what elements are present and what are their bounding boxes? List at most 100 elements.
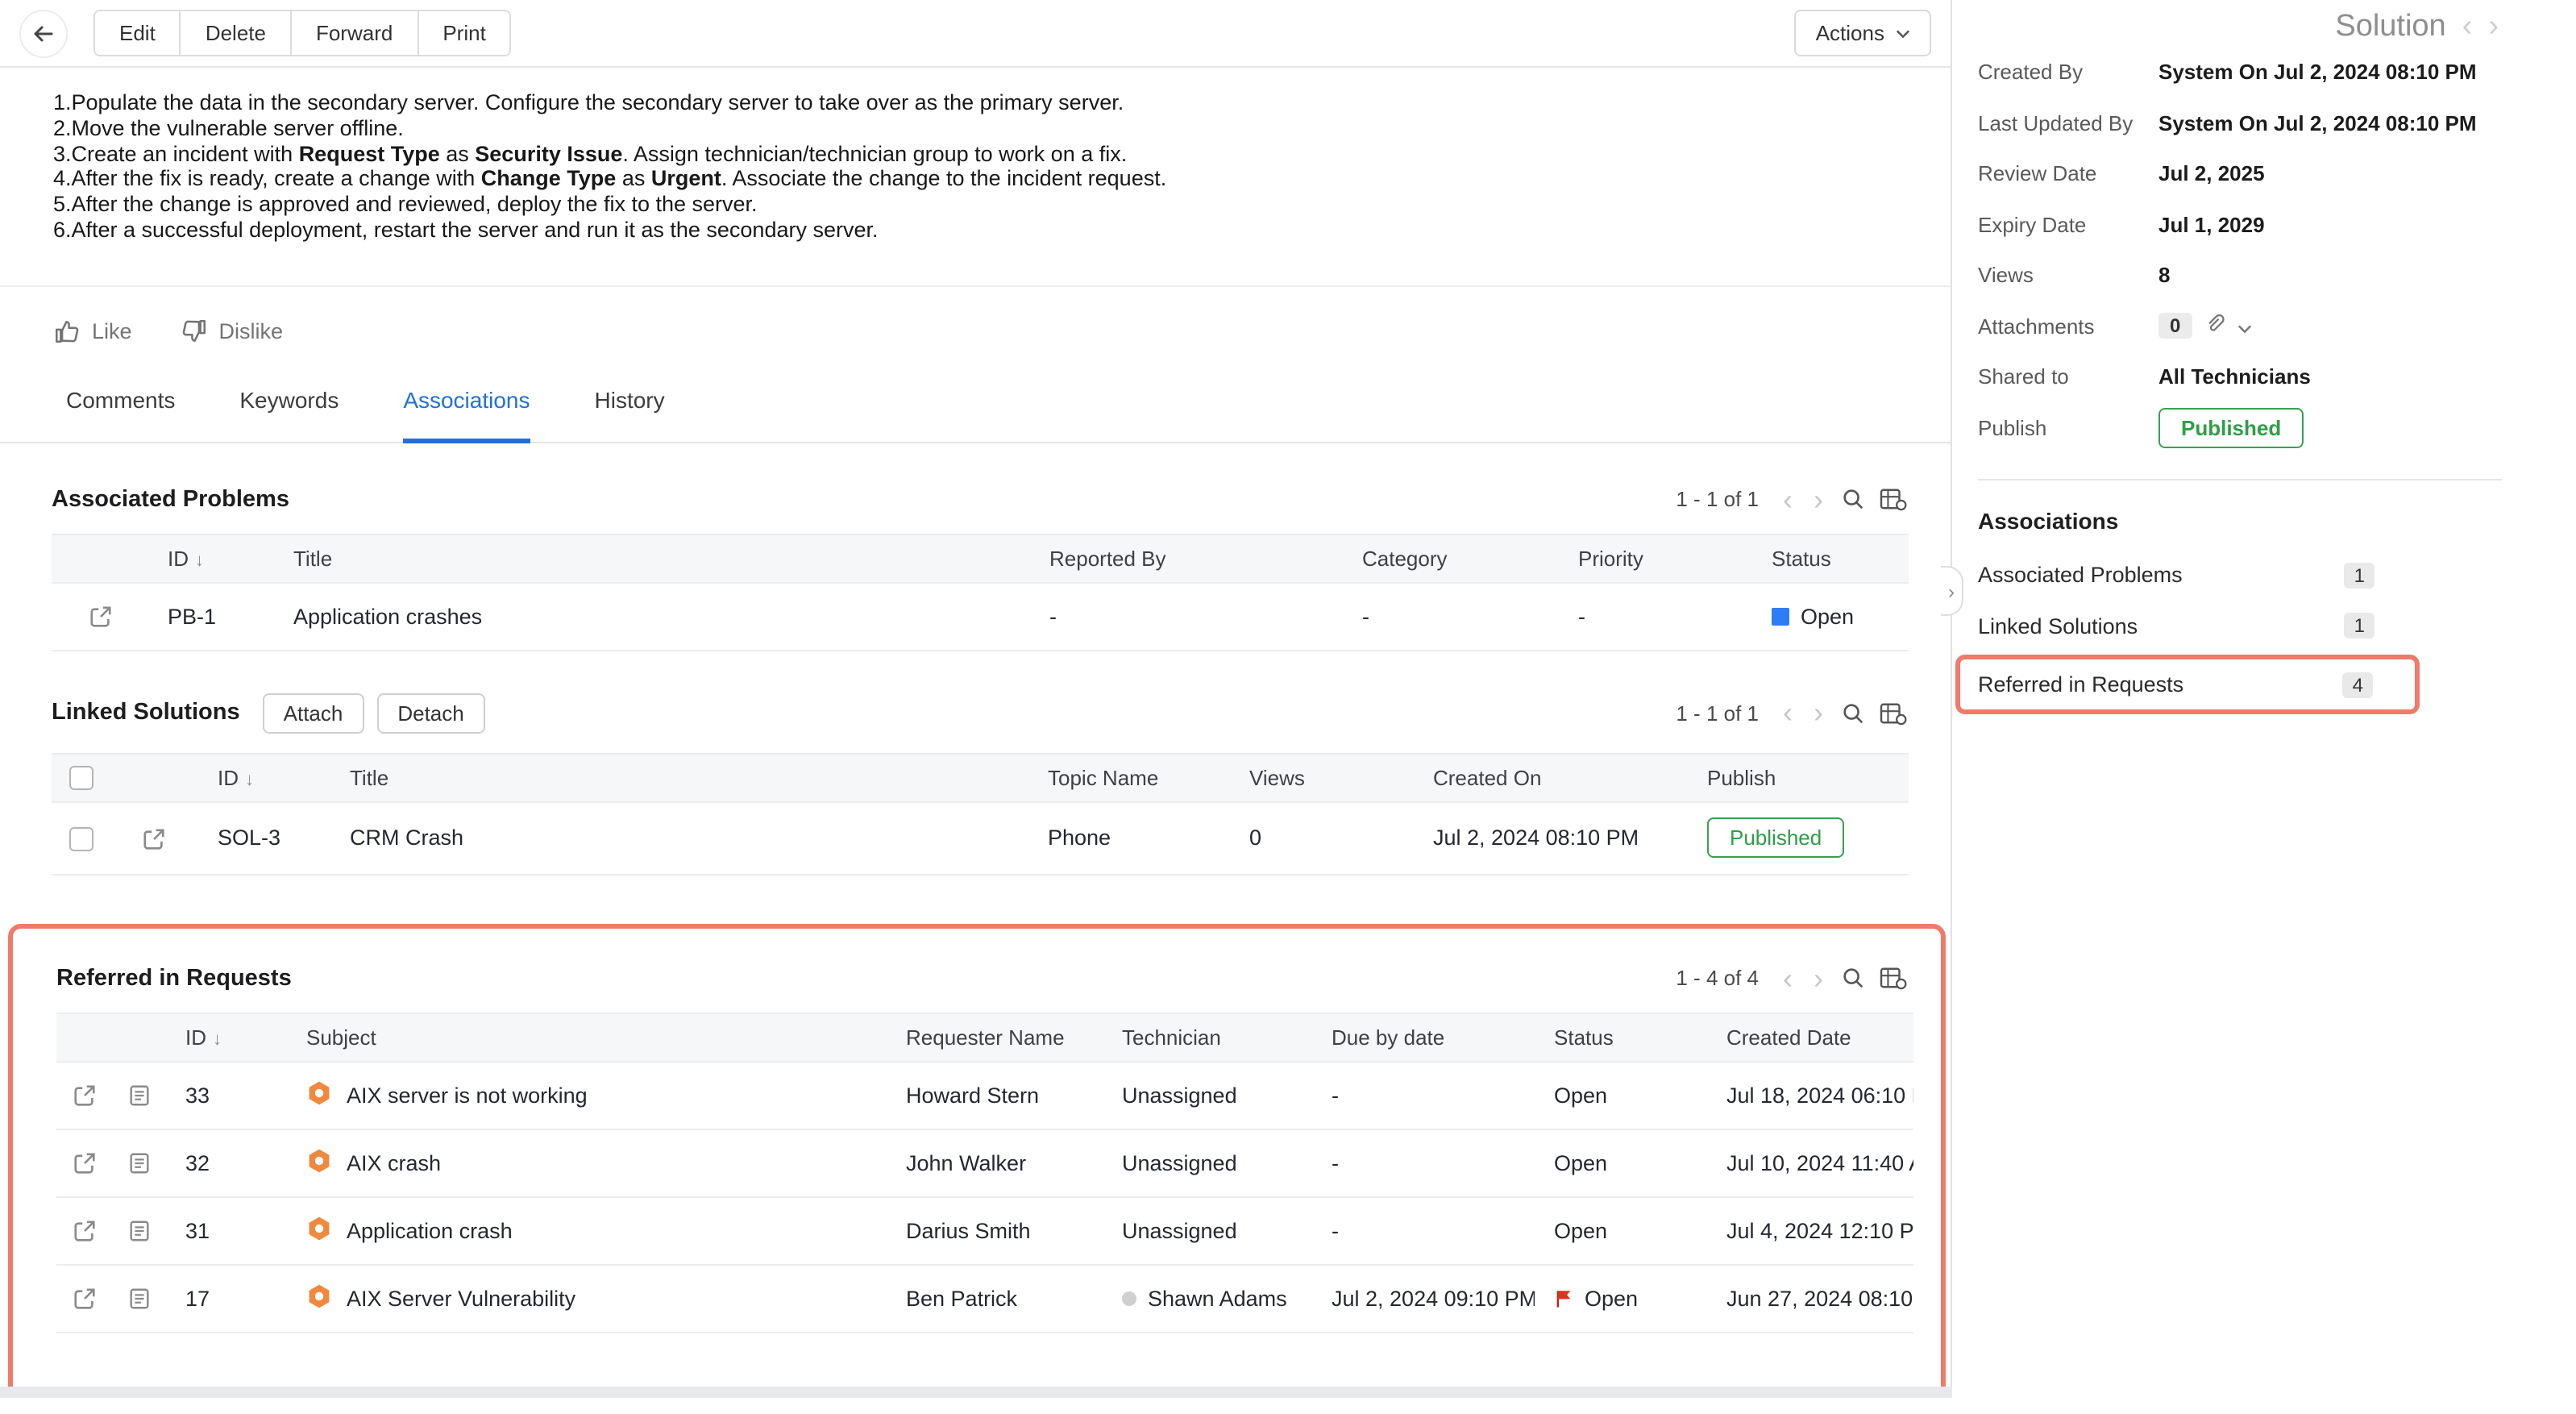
table-row[interactable]: SOL-3 CRM Crash Phone 0 Jul 2, 2024 08:1…	[52, 802, 1909, 875]
column-header-technician[interactable]: Technician	[1103, 1013, 1312, 1062]
forward-button[interactable]: Forward	[292, 11, 418, 55]
column-header-subject[interactable]: Subject	[287, 1013, 887, 1062]
tab-history[interactable]: History	[595, 387, 665, 443]
incident-icon	[306, 1080, 332, 1111]
column-header-title[interactable]: Title	[274, 534, 1030, 583]
search-icon[interactable]	[1841, 701, 1865, 726]
column-settings-icon[interactable]	[1880, 701, 1907, 726]
request-document-icon[interactable]	[127, 1220, 151, 1244]
table-row[interactable]: PB-1 Application crashes - - - Open	[52, 583, 1909, 651]
cell-requester-name: Darius Smith	[887, 1197, 1103, 1265]
arrow-left-icon	[31, 20, 56, 46]
cell-created-date: Jul 18, 2024 06:10 PM	[1707, 1062, 1913, 1129]
association-item-linked-solutions[interactable]: Linked Solutions 1	[1978, 601, 2374, 651]
column-settings-icon[interactable]	[1880, 488, 1907, 512]
detail-label: Publish	[1978, 416, 2158, 440]
description-step: 6.After a successful deployment, restart…	[53, 218, 1907, 243]
column-header-empty	[110, 754, 198, 802]
bottom-edge	[0, 1398, 1952, 1414]
section-title: Referred in Requests	[56, 966, 292, 992]
column-header-empty	[111, 1013, 166, 1062]
request-document-icon[interactable]	[127, 1287, 151, 1312]
sidebar-collapse-handle[interactable]: ›	[1941, 566, 1963, 616]
open-in-new-icon[interactable]	[142, 827, 166, 851]
tab-keywords[interactable]: Keywords	[239, 387, 339, 443]
associations-panel: Associations Associated Problems 1Linked…	[1952, 508, 2576, 714]
open-in-new-icon[interactable]	[72, 1084, 96, 1108]
cell-created-date: Jul 10, 2024 11:40 AM	[1707, 1129, 1913, 1197]
column-header-category[interactable]: Category	[1343, 534, 1559, 583]
select-all-header	[52, 754, 110, 802]
select-all-checkbox[interactable]	[69, 767, 93, 791]
column-header-created-on[interactable]: Created On	[1414, 754, 1688, 802]
horizontal-scrollbar[interactable]	[0, 1387, 1952, 1398]
attachments-count: 0	[2158, 314, 2192, 339]
avatar	[1122, 1291, 1136, 1306]
column-header-topic-name[interactable]: Topic Name	[1028, 754, 1230, 802]
actions-label: Actions	[1816, 21, 1884, 45]
request-document-icon[interactable]	[127, 1152, 151, 1176]
open-in-new-icon[interactable]	[88, 605, 112, 630]
table-row[interactable]: 33 AIX server is not working Howard Ster…	[56, 1062, 1913, 1129]
detail-label: Shared to	[1978, 365, 2158, 389]
like-button[interactable]: Like	[53, 318, 132, 345]
priority-flag-icon	[1554, 1287, 1585, 1311]
column-header-status[interactable]: Status	[1535, 1013, 1707, 1062]
section-tools: 1 - 4 of 4 ‹ ›	[1676, 964, 1907, 993]
detach-button[interactable]: Detach	[376, 693, 484, 734]
association-item-associated-problems[interactable]: Associated Problems 1	[1978, 550, 2374, 601]
cell-id: 33	[166, 1062, 287, 1129]
edit-button[interactable]: Edit	[95, 11, 181, 55]
pagination-prev-icon[interactable]: ‹	[1780, 485, 1796, 514]
pagination-prev-icon[interactable]: ‹	[1780, 699, 1796, 728]
column-header-due-by-date[interactable]: Due by date	[1312, 1013, 1535, 1062]
column-header-views[interactable]: Views	[1230, 754, 1414, 802]
pagination-next-icon[interactable]: ›	[1810, 964, 1826, 993]
pagination-next-icon[interactable]: ›	[1810, 699, 1826, 728]
attach-button[interactable]: Attach	[263, 693, 364, 734]
column-header-publish[interactable]: Publish	[1688, 754, 1909, 802]
column-header-status[interactable]: Status	[1752, 534, 1909, 583]
delete-button[interactable]: Delete	[181, 11, 292, 55]
detail-row-expiry-date: Expiry DateJul 1, 2029	[1978, 199, 2576, 250]
back-button[interactable]	[19, 9, 68, 57]
next-record-icon[interactable]: ›	[2488, 11, 2499, 42]
open-in-new-icon[interactable]	[72, 1287, 96, 1312]
column-settings-icon[interactable]	[1880, 967, 1907, 991]
column-header-title[interactable]: Title	[330, 754, 1028, 802]
prev-record-icon[interactable]: ‹	[2462, 11, 2473, 42]
page-title: Solution	[2335, 9, 2445, 44]
table-row[interactable]: 32 AIX crash John Walker Unassigned - Op…	[56, 1129, 1913, 1197]
details-sidebar: Solution ‹ › Created BySystem On Jul 2, …	[1952, 0, 2576, 1414]
column-header-id[interactable]: ID↓	[198, 754, 330, 802]
detail-row-views: Views8	[1978, 250, 2576, 301]
association-item-referred-in-requests[interactable]: Referred in Requests 4	[1955, 655, 2420, 714]
column-header-id[interactable]: ID↓	[166, 1013, 287, 1062]
tab-associations[interactable]: Associations	[403, 387, 530, 443]
open-in-new-icon[interactable]	[72, 1220, 96, 1244]
cell-priority: -	[1559, 583, 1752, 651]
pagination-next-icon[interactable]: ›	[1810, 485, 1826, 514]
feedback-bar: Like Dislike	[0, 287, 1951, 345]
column-header-created-date[interactable]: Created Date	[1707, 1013, 1913, 1062]
chevron-down-icon[interactable]	[2237, 314, 2251, 339]
pagination-prev-icon[interactable]: ‹	[1780, 964, 1796, 993]
actions-button[interactable]: Actions	[1795, 10, 1931, 56]
table-row[interactable]: 17 AIX Server Vulnerability Ben Patrick …	[56, 1265, 1913, 1333]
detail-value: System On Jul 2, 2024 08:10 PM	[2158, 111, 2477, 135]
column-header-reported-by[interactable]: Reported By	[1030, 534, 1343, 583]
request-document-icon[interactable]	[127, 1084, 151, 1108]
row-checkbox[interactable]	[69, 827, 93, 851]
search-icon[interactable]	[1841, 967, 1865, 991]
table-row[interactable]: 31 Application crash Darius Smith Unassi…	[56, 1197, 1913, 1265]
column-header-requester-name[interactable]: Requester Name	[887, 1013, 1103, 1062]
print-button[interactable]: Print	[418, 11, 509, 55]
search-icon[interactable]	[1841, 488, 1865, 512]
association-count-badge: 4	[2343, 672, 2373, 697]
column-header-priority[interactable]: Priority	[1559, 534, 1752, 583]
dislike-button[interactable]: Dislike	[181, 318, 284, 345]
open-in-new-icon[interactable]	[72, 1152, 96, 1176]
paperclip-icon[interactable]	[2203, 313, 2225, 340]
tab-comments[interactable]: Comments	[66, 387, 175, 443]
column-header-id[interactable]: ID↓	[148, 534, 274, 583]
